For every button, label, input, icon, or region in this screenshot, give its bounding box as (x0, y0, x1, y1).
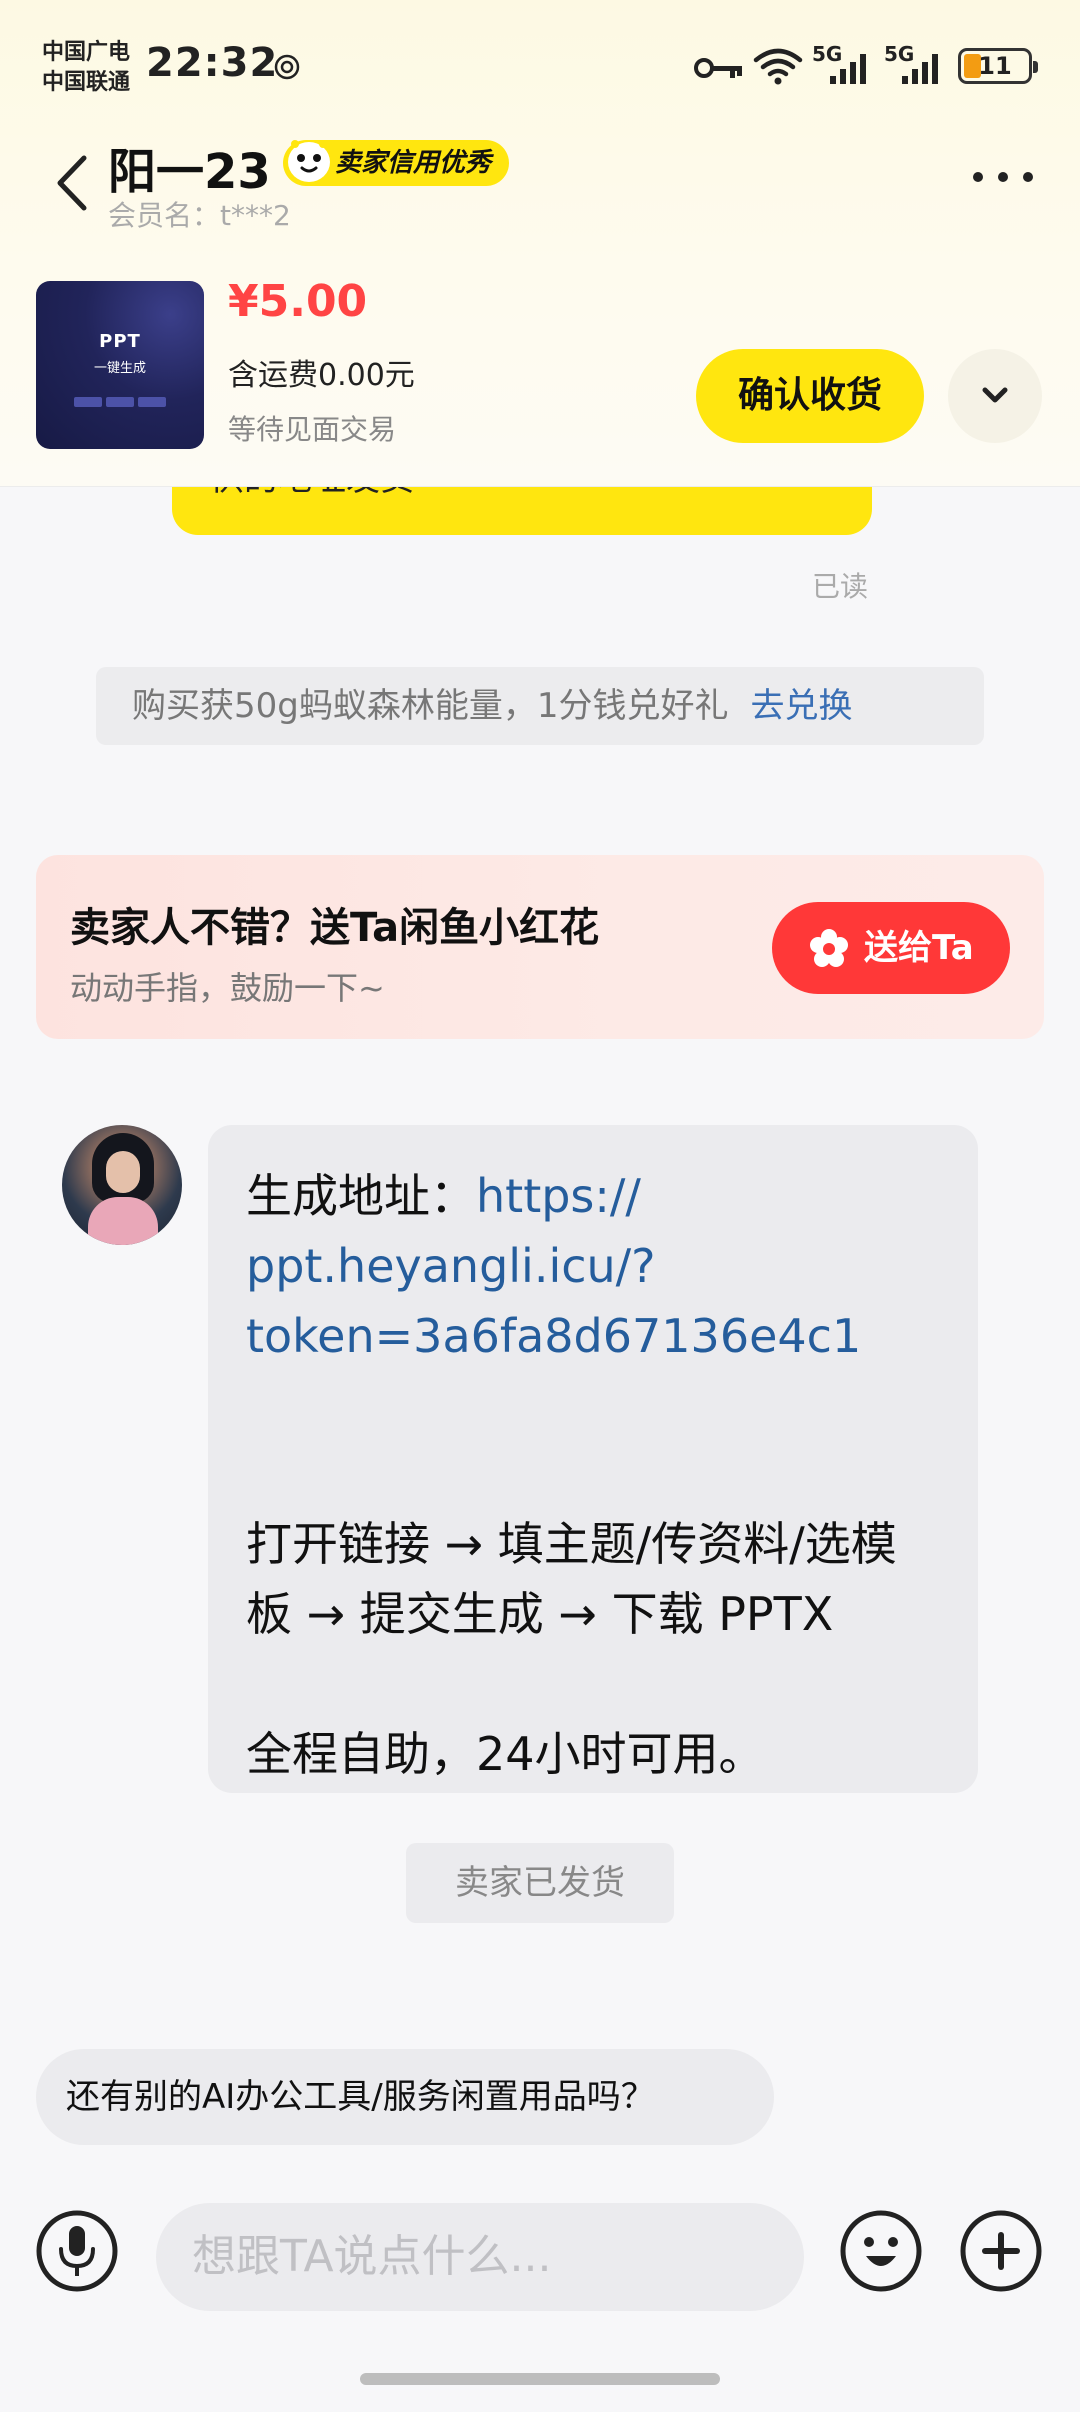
read-receipt: 已读 (812, 570, 869, 603)
signal-icon (902, 54, 938, 84)
seller-name[interactable]: 阳一23 (108, 132, 271, 202)
carrier-1: 中国广电 (42, 40, 131, 65)
trade-status: 等待见面交易 (228, 413, 397, 446)
promo-text: 购买获50g蚂蚁森林能量，1分钱兑好礼 (132, 686, 729, 726)
thumb-tags (74, 397, 166, 407)
message-input[interactable] (156, 2203, 804, 2311)
product-bar[interactable]: PPT 一键生成 ¥5.00 含运费0.00元 等待见面交易 确认收货 (0, 258, 1080, 458)
battery-level: 11 (978, 52, 1012, 80)
send-flower-label: 送给Ta (864, 928, 974, 968)
member-name: 会员名：t***2 (108, 199, 291, 232)
quick-question-chip[interactable]: 还有别的AI办公工具/服务闲置用品吗？ (36, 2049, 774, 2145)
emoji-icon[interactable] (838, 2208, 924, 2294)
message-bubble[interactable]: 生成地址：https:// ppt.heyangli.icu/? token=3… (208, 1125, 978, 1793)
key-icon (694, 58, 742, 78)
redeem-link[interactable]: 去兑换 (750, 686, 852, 726)
chevron-down-icon[interactable] (948, 349, 1042, 443)
chat-header: 阳一23 卖家信用优秀 会员名：t***2 (0, 120, 1080, 240)
url-link[interactable]: ppt.heyangli.icu/? (246, 1231, 938, 1301)
carrier-2: 中国联通 (42, 70, 131, 95)
battery-icon: 11 (958, 48, 1038, 84)
credit-badge-label: 卖家信用优秀 (335, 148, 492, 178)
system-notice: 卖家已发货 (406, 1843, 674, 1923)
home-indicator[interactable] (360, 2373, 720, 2385)
note-text: 全程自助，24小时可用。 (246, 1727, 765, 1781)
flower-icon (810, 929, 848, 967)
more-options-icon[interactable] (968, 162, 1038, 192)
confirm-receipt-button[interactable]: 确认收货 (696, 349, 924, 443)
product-price: ¥5.00 (228, 276, 368, 327)
signal-icon (830, 54, 866, 84)
chat-area[interactable]: 供的地址发货 已读 购买获50g蚂蚁森林能量，1分钱兑好礼去兑换 卖家人不错？送… (0, 447, 1080, 2187)
chatgpt-icon (274, 54, 300, 80)
flower-subtitle: 动动手指，鼓励一下~ (70, 969, 385, 1007)
header-background: 中国广电 中国联通 22:32 5G 5G 11 阳一23 卖家信用优秀 会员名… (0, 0, 1080, 487)
wifi-icon (753, 48, 803, 85)
input-bar (0, 2187, 1080, 2412)
mascot-icon (288, 140, 330, 182)
status-bar: 中国广电 中国联通 22:32 5G 5G 11 (0, 0, 1080, 120)
thumb-subtitle: 一键生成 (93, 361, 146, 376)
carrier-names: 中国广电 中国联通 (42, 38, 130, 98)
steps-text: 打开链接 → 填主题/传资料/选模 (246, 1517, 897, 1571)
flower-card: 卖家人不错？送Ta闲鱼小红花 动动手指，鼓励一下~ 送给Ta (36, 855, 1044, 1039)
seller-avatar[interactable] (62, 1125, 182, 1245)
clock: 22:32 (146, 40, 279, 86)
url-link[interactable]: token=3a6fa8d67136e4c1 (246, 1301, 938, 1371)
back-arrow-icon[interactable] (48, 148, 98, 218)
flower-title: 卖家人不错？送Ta闲鱼小红花 (70, 905, 600, 951)
shipping-info: 含运费0.00元 (228, 358, 415, 393)
url-link[interactable]: https:// (476, 1169, 641, 1223)
promo-banner: 购买获50g蚂蚁森林能量，1分钱兑好礼 去兑换 (96, 667, 984, 745)
plus-icon[interactable] (958, 2208, 1044, 2294)
product-thumbnail[interactable]: PPT 一键生成 (36, 281, 204, 449)
microphone-icon[interactable] (34, 2208, 120, 2294)
credit-badge[interactable]: 卖家信用优秀 (283, 140, 510, 186)
steps-text: 板 → 提交生成 → 下载 PPTX (246, 1587, 834, 1641)
url-prefix: 生成地址： (246, 1169, 476, 1223)
send-flower-button[interactable]: 送给Ta (772, 902, 1010, 994)
thumb-title: PPT (99, 331, 141, 352)
